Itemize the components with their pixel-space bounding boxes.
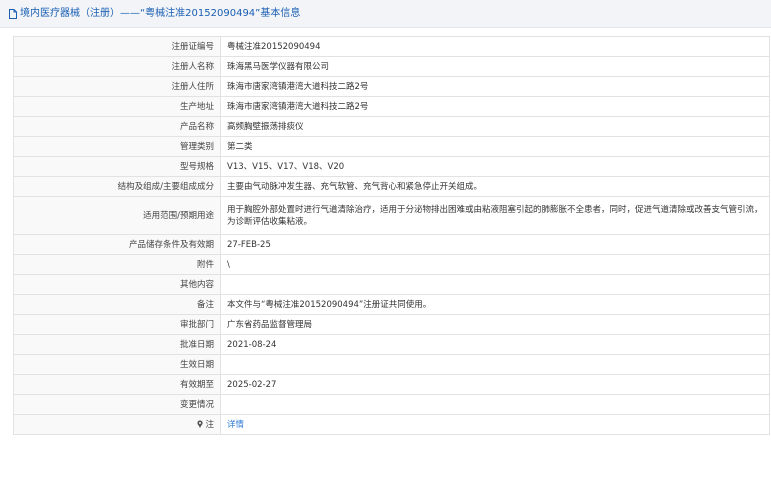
row-label: 附件 [13,254,221,275]
row-label: 审批部门 [13,314,221,335]
row-value: 用于胸腔外部处置时进行气道清除治疗，适用于分泌物排出困难或由粘液阻塞引起的肺膨胀… [220,196,770,235]
pin-icon [197,419,204,428]
note-value-cell: 详情 [220,414,770,435]
row-label: 生效日期 [13,354,221,375]
table-row: 有效期至 2025-02-27 [13,374,770,395]
table-row: 批准日期 2021-08-24 [13,334,770,355]
row-value: 珠海市唐家湾镇港湾大道科技二路2号 [220,76,770,97]
table-row: 生效日期 [13,354,770,375]
row-label: 备注 [13,294,221,315]
row-label: 注册证编号 [13,36,221,57]
document-icon [9,9,17,19]
table-row: 型号规格 V13、V15、V17、V18、V20 [13,156,770,177]
table-row: 注册人名称 珠海黑马医学仪器有限公司 [13,56,770,77]
note-row: 注 详情 [13,414,770,435]
note-label: 注 [205,419,214,430]
row-value: V13、V15、V17、V18、V20 [220,156,770,177]
table-row: 产品储存条件及有效期 27-FEB-25 [13,234,770,255]
row-value: 2025-02-27 [220,374,770,395]
page-header: 境内医疗器械（注册）——“粤械注准20152090494”基本信息 [0,0,771,28]
row-value: 粤械注准20152090494 [220,36,770,57]
row-label: 管理类别 [13,136,221,157]
note-label-cell: 注 [13,414,221,435]
table-row: 管理类别 第二类 [13,136,770,157]
row-value [220,394,770,415]
table-row: 变更情况 [13,394,770,415]
row-value: 第二类 [220,136,770,157]
row-value: 珠海黑马医学仪器有限公司 [220,56,770,77]
table-row: 注册证编号 粤械注准20152090494 [13,36,770,57]
row-label: 适用范围/预期用途 [13,196,221,235]
row-value: 27-FEB-25 [220,234,770,255]
row-value: 广东省药品监督管理局 [220,314,770,335]
table-row: 适用范围/预期用途 用于胸腔外部处置时进行气道清除治疗，适用于分泌物排出困难或由粘… [13,196,770,235]
table-row: 注册人住所 珠海市唐家湾镇港湾大道科技二路2号 [13,76,770,97]
row-label: 有效期至 [13,374,221,395]
table-row: 其他内容 [13,274,770,295]
details-link[interactable]: 详情 [227,420,244,430]
row-label: 结构及组成/主要组成成分 [13,176,221,197]
row-value [220,354,770,375]
table-row: 产品名称 高频胸壁振荡排痰仪 [13,116,770,137]
row-value: 高频胸壁振荡排痰仪 [220,116,770,137]
table-row: 附件 \ [13,254,770,275]
row-label: 型号规格 [13,156,221,177]
page-title: 境内医疗器械（注册）——“粤械注准20152090494”基本信息 [20,8,301,19]
row-label: 其他内容 [13,274,221,295]
row-label: 注册人名称 [13,56,221,77]
info-table: 注册证编号 粤械注准20152090494 注册人名称 珠海黑马医学仪器有限公司 注册人… [13,36,770,435]
table-row: 审批部门 广东省药品监督管理局 [13,314,770,335]
row-label: 变更情况 [13,394,221,415]
row-value: 珠海市唐家湾镇港湾大道科技二路2号 [220,96,770,117]
row-value: 本文件与“粤械注准20152090494”注册证共同使用。 [220,294,770,315]
table-row: 结构及组成/主要组成成分 主要由气动脉冲发生器、充气软管、充气背心和紧急停止开关组… [13,176,770,197]
row-label: 注册人住所 [13,76,221,97]
row-label: 产品名称 [13,116,221,137]
row-label: 生产地址 [13,96,221,117]
row-value: \ [220,254,770,275]
row-value: 2021-08-24 [220,334,770,355]
table-row: 生产地址 珠海市唐家湾镇港湾大道科技二路2号 [13,96,770,117]
row-value [220,274,770,295]
row-label: 批准日期 [13,334,221,355]
row-label: 产品储存条件及有效期 [13,234,221,255]
row-value: 主要由气动脉冲发生器、充气软管、充气背心和紧急停止开关组成。 [220,176,770,197]
table-row: 备注 本文件与“粤械注准20152090494”注册证共同使用。 [13,294,770,315]
